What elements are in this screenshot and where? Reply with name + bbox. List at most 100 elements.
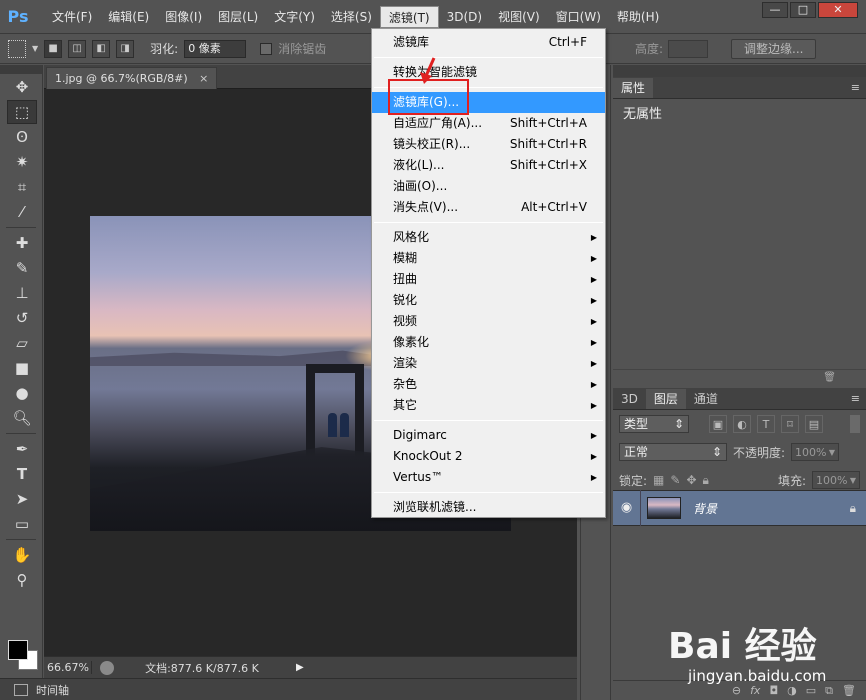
crop-tool-icon[interactable]: ⌗: [7, 175, 37, 199]
blend-mode-dropdown[interactable]: 正常 ⇕: [619, 443, 727, 461]
zoom-tool-icon[interactable]: ⚲: [7, 568, 37, 592]
smart-object-filter-icon[interactable]: ▤: [805, 415, 823, 433]
lock-position-icon[interactable]: ✥: [686, 473, 696, 487]
feather-input[interactable]: 0 像素: [184, 39, 247, 58]
lock-transparent-icon[interactable]: ▦: [653, 473, 664, 487]
eraser-tool-icon[interactable]: ▱: [7, 331, 37, 355]
trash-icon[interactable]: 🗑︎: [823, 372, 836, 383]
filter-toggle-switch[interactable]: [850, 415, 860, 433]
status-info-icon[interactable]: [100, 660, 114, 675]
add-selection-icon[interactable]: ◫: [68, 39, 87, 58]
lock-paint-icon[interactable]: ✎: [670, 473, 680, 487]
menu-item-other[interactable]: 其它 ▶: [372, 395, 605, 416]
menu-item-noise[interactable]: 杂色 ▶: [372, 374, 605, 395]
panel-menu-icon[interactable]: ≡: [851, 78, 860, 98]
close-button[interactable]: ✕: [818, 2, 858, 18]
foreground-color[interactable]: [8, 640, 28, 660]
menu-item-last-filter[interactable]: 滤镜库 Ctrl+F: [372, 32, 605, 53]
tab-layers[interactable]: 图层: [645, 389, 686, 409]
subtract-selection-icon[interactable]: ◧: [92, 39, 111, 58]
menu-window[interactable]: 窗口(W): [548, 6, 609, 28]
toolbar-header: [0, 65, 42, 74]
marquee-preset-icon[interactable]: [8, 39, 26, 58]
eye-icon[interactable]: ◉: [613, 490, 641, 526]
menu-item-sharpen[interactable]: 锐化 ▶: [372, 290, 605, 311]
layer-thumbnail: [647, 497, 681, 519]
menu-help[interactable]: 帮助(H): [609, 6, 667, 28]
timeline-label[interactable]: 时间轴: [36, 682, 69, 698]
height-input[interactable]: [668, 39, 708, 58]
menu-layer[interactable]: 图层(L): [210, 6, 266, 28]
menu-image[interactable]: 图像(I): [157, 6, 210, 28]
dodge-tool-icon[interactable]: 🔍︎: [7, 406, 37, 430]
shape-filter-icon[interactable]: ⌑: [781, 415, 799, 433]
close-tab-icon[interactable]: ×: [199, 72, 208, 85]
layer-kind-dropdown[interactable]: 类型 ⇕: [619, 415, 689, 433]
menu-select[interactable]: 选择(S): [323, 6, 380, 28]
fill-input[interactable]: 100% ▼: [812, 471, 860, 489]
eyedropper-tool-icon[interactable]: ⁄: [7, 200, 37, 224]
brush-tool-icon[interactable]: ✎: [7, 256, 37, 280]
color-swatches[interactable]: [8, 640, 40, 672]
chevron-down-icon[interactable]: ▼: [32, 44, 38, 53]
menu-item-blur[interactable]: 模糊 ▶: [372, 248, 605, 269]
gradient-tool-icon[interactable]: ■: [7, 356, 37, 380]
path-selection-tool-icon[interactable]: ➤: [7, 487, 37, 511]
menu-filter[interactable]: 滤镜(T): [379, 5, 439, 28]
menu-edit[interactable]: 编辑(E): [100, 6, 157, 28]
tab-3d[interactable]: 3D: [613, 389, 646, 409]
antialias-checkbox[interactable]: [260, 42, 273, 55]
lasso-tool-icon[interactable]: ʘ: [7, 125, 37, 149]
document-tab[interactable]: 1.jpg @ 66.7%(RGB/8#) ×: [46, 67, 218, 89]
menu-item-vertus[interactable]: Vertus™ ▶: [372, 467, 605, 488]
layer-row-background[interactable]: ◉ 背景 🔒︎: [613, 490, 866, 526]
tab-properties[interactable]: 属性: [613, 78, 654, 98]
type-tool-icon[interactable]: T: [7, 462, 37, 486]
pixel-filter-icon[interactable]: ▣: [709, 415, 727, 433]
type-filter-icon[interactable]: T: [757, 415, 775, 433]
layer-name[interactable]: 背景: [693, 500, 717, 517]
menu-item-oil-paint[interactable]: 油画(O)...: [372, 176, 605, 197]
adjustment-filter-icon[interactable]: ◐: [733, 415, 751, 433]
menu-item-render[interactable]: 渲染 ▶: [372, 353, 605, 374]
clone-stamp-tool-icon[interactable]: ⊥: [7, 281, 37, 305]
timeline-icon[interactable]: [14, 683, 28, 696]
new-selection-icon[interactable]: ■: [44, 39, 63, 58]
healing-brush-tool-icon[interactable]: ✚: [7, 231, 37, 255]
menu-item-distort[interactable]: 扭曲 ▶: [372, 269, 605, 290]
menu-item-adaptive-wide-angle[interactable]: 自适应广角(A)... Shift+Ctrl+A: [372, 113, 605, 134]
pen-tool-icon[interactable]: ✒: [7, 437, 37, 461]
menu-item-lens-correction[interactable]: 镜头校正(R)... Shift+Ctrl+R: [372, 134, 605, 155]
play-arrow-icon[interactable]: ▶: [296, 662, 304, 673]
zoom-level[interactable]: 66.67%: [44, 661, 92, 674]
menu-item-vanishing-point[interactable]: 消失点(V)... Alt+Ctrl+V: [372, 197, 605, 218]
intersect-selection-icon[interactable]: ◨: [116, 39, 135, 58]
menu-3d[interactable]: 3D(D): [439, 6, 490, 28]
menu-type[interactable]: 文字(Y): [266, 6, 323, 28]
menu-item-digimarc[interactable]: Digimarc ▶: [372, 425, 605, 446]
marquee-tool-icon[interactable]: ⬚: [7, 100, 37, 124]
minimize-button[interactable]: —: [762, 2, 788, 18]
menu-item-browse-online-filters[interactable]: 浏览联机滤镜...: [372, 497, 605, 518]
chevron-down-icon: ▼: [828, 447, 836, 457]
person-silhouette: [340, 413, 349, 437]
opacity-input[interactable]: 100% ▼: [791, 443, 840, 461]
menu-view[interactable]: 视图(V): [490, 6, 548, 28]
refine-edge-button[interactable]: 调整边缘...: [731, 38, 817, 59]
menu-item-knockout[interactable]: KnockOut 2 ▶: [372, 446, 605, 467]
blur-tool-icon[interactable]: ●: [7, 381, 37, 405]
rectangle-tool-icon[interactable]: ▭: [7, 512, 37, 536]
menu-item-pixelate[interactable]: 像素化 ▶: [372, 332, 605, 353]
maximize-button[interactable]: □: [790, 2, 816, 18]
hand-tool-icon[interactable]: ✋: [7, 543, 37, 567]
menu-item-video[interactable]: 视频 ▶: [372, 311, 605, 332]
lock-all-icon[interactable]: 🔒︎: [703, 473, 709, 488]
tab-channels[interactable]: 通道: [686, 389, 726, 409]
panel-menu-icon[interactable]: ≡: [851, 389, 860, 409]
history-brush-tool-icon[interactable]: ↺: [7, 306, 37, 330]
menu-file[interactable]: 文件(F): [44, 6, 100, 28]
magic-wand-tool-icon[interactable]: ✷: [7, 150, 37, 174]
move-tool-icon[interactable]: ✥: [7, 75, 37, 99]
menu-item-stylize[interactable]: 风格化 ▶: [372, 227, 605, 248]
menu-item-liquify[interactable]: 液化(L)... Shift+Ctrl+X: [372, 155, 605, 176]
